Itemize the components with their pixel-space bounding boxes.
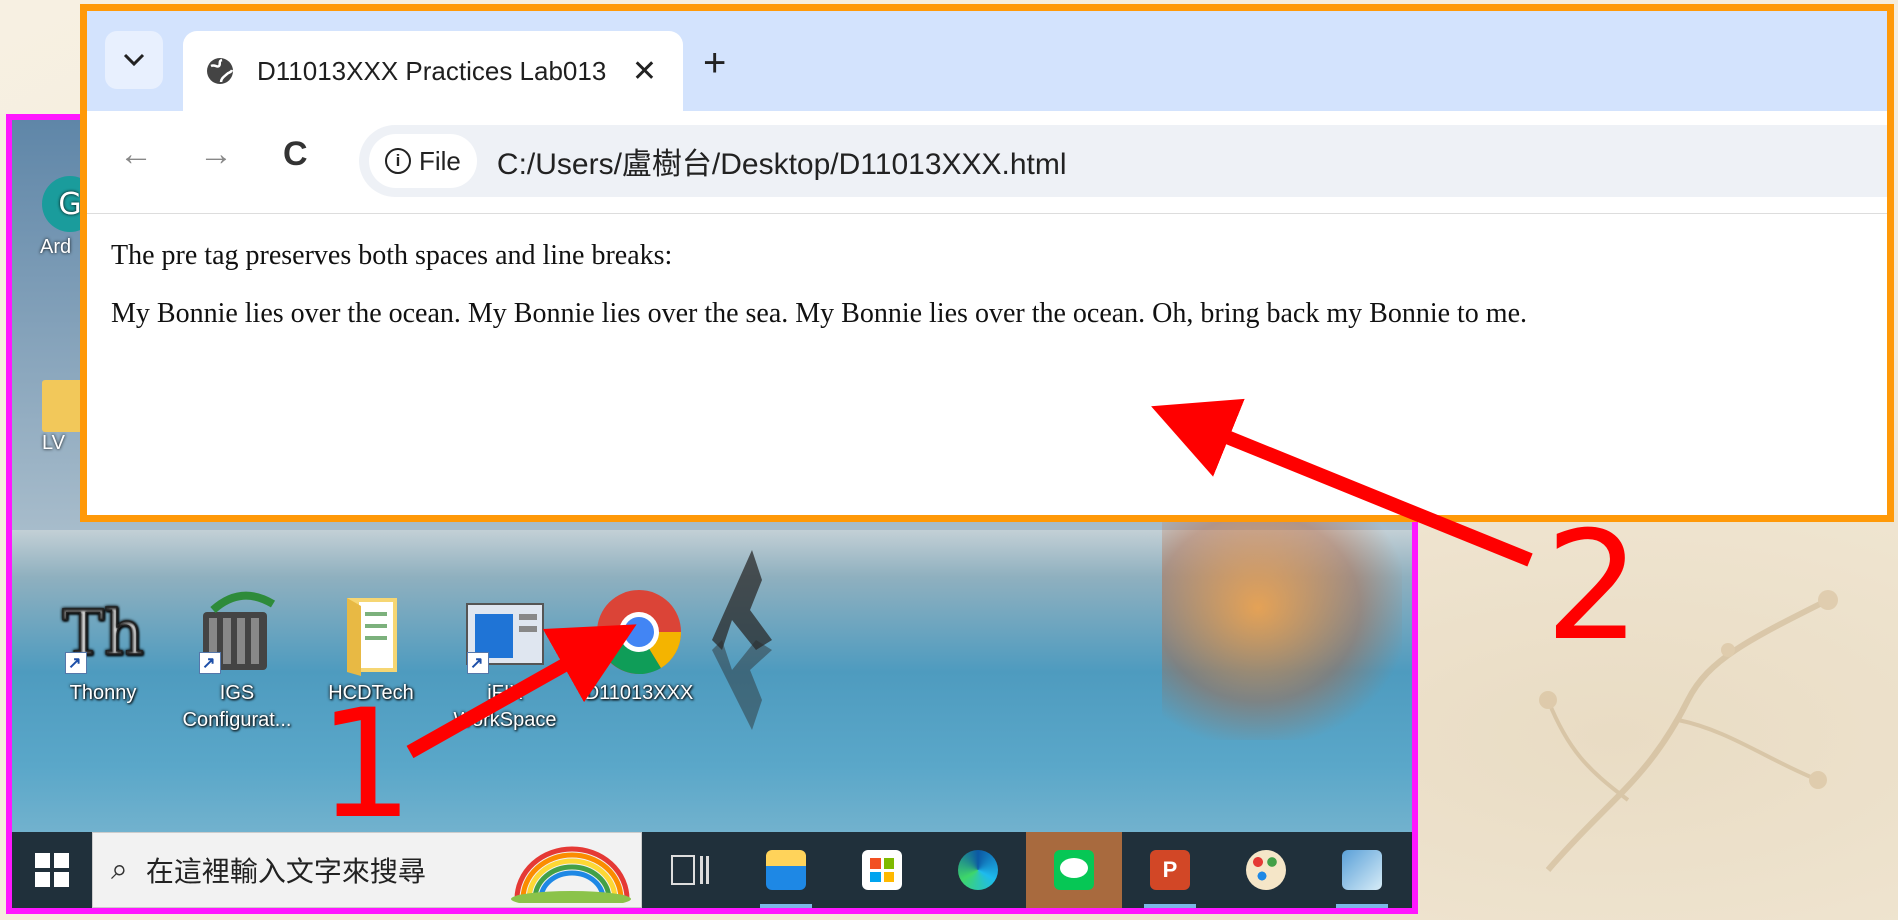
windows-logo-icon bbox=[35, 853, 69, 887]
edge-button[interactable] bbox=[930, 832, 1026, 908]
shortcut-arrow-icon bbox=[65, 650, 87, 677]
powerpoint-button[interactable]: P bbox=[1122, 832, 1218, 908]
shortcut-arrow-icon bbox=[467, 650, 489, 677]
notepad-icon bbox=[1342, 850, 1382, 890]
url-text: C:/Users/盧樹台/Desktop/D11013XXX.html bbox=[496, 148, 1067, 181]
tab-active[interactable]: D11013XXX Practices Lab013 ✕ bbox=[183, 31, 683, 111]
desktop-icon-label: IGS Configurat... bbox=[182, 682, 292, 731]
back-button[interactable]: ← bbox=[119, 135, 153, 174]
svg-text:G: G bbox=[58, 187, 81, 222]
microsoft-store-button[interactable] bbox=[834, 832, 930, 908]
wallpaper-sunset-glow bbox=[1162, 520, 1402, 740]
task-view-icon bbox=[671, 855, 709, 885]
annotation-number-1: 1 bbox=[318, 678, 414, 852]
tab-search-button[interactable] bbox=[105, 31, 163, 89]
browser-toolbar: ← → C i File C:/Users/盧樹台/Desktop/D11013… bbox=[87, 111, 1887, 214]
task-view-button[interactable] bbox=[642, 832, 738, 908]
site-info-label: File bbox=[419, 145, 461, 176]
tab-strip: D11013XXX Practices Lab013 ✕ + bbox=[87, 11, 1887, 111]
page-content: The pre tag preserves both spaces and li… bbox=[87, 214, 1887, 330]
reload-button[interactable]: C bbox=[283, 135, 308, 174]
powerpoint-icon: P bbox=[1150, 850, 1190, 890]
tab-close-button[interactable]: ✕ bbox=[632, 54, 657, 89]
igs-configurator-icon bbox=[193, 588, 281, 677]
store-icon bbox=[862, 850, 902, 890]
folder-icon bbox=[327, 588, 415, 676]
notepad-button[interactable] bbox=[1314, 832, 1410, 908]
desktop-icon-label: Thonny bbox=[69, 682, 137, 704]
desktop-icon-thonny[interactable]: Th Thonny bbox=[38, 588, 168, 707]
annotation-number-2: 2 bbox=[1545, 500, 1641, 674]
file-explorer-icon bbox=[766, 850, 806, 890]
running-indicator bbox=[1144, 904, 1196, 908]
info-icon: i bbox=[385, 148, 411, 174]
wallpaper-runner-silhouette bbox=[712, 550, 772, 730]
chrome-icon bbox=[595, 588, 683, 676]
taskbar: ⌕ 在這裡輸入文字來搜尋 P bbox=[12, 832, 1412, 908]
globe-icon bbox=[207, 58, 234, 84]
desktop-icon-label: D11013XXX bbox=[584, 682, 694, 704]
running-indicator bbox=[1336, 904, 1388, 908]
line-button[interactable] bbox=[1026, 832, 1122, 908]
new-tab-button[interactable]: + bbox=[703, 41, 726, 86]
paint-palette-icon bbox=[1246, 850, 1286, 890]
page-text-line2: My Bonnie lies over the ocean. My Bonnie… bbox=[111, 298, 1528, 329]
thonny-icon: Th bbox=[59, 588, 147, 677]
chevron-down-icon bbox=[123, 53, 145, 67]
desktop-icon-d11013xxx[interactable]: D11013XXX bbox=[574, 588, 704, 707]
desktop-icon-ifix[interactable]: iFIX WorkSpace bbox=[440, 588, 570, 734]
line-app-icon bbox=[1054, 850, 1094, 890]
start-button[interactable] bbox=[12, 832, 92, 908]
edge-icon bbox=[958, 850, 998, 890]
ifix-workspace-icon bbox=[461, 588, 549, 677]
paint-button[interactable] bbox=[1218, 832, 1314, 908]
forward-button[interactable]: → bbox=[199, 135, 233, 174]
rainbow-icon bbox=[511, 846, 631, 903]
search-icon: ⌕ bbox=[111, 853, 128, 886]
desktop-icon-label: iFIX WorkSpace bbox=[453, 682, 557, 731]
search-placeholder: 在這裡輸入文字來搜尋 bbox=[145, 856, 426, 887]
shortcut-arrow-icon bbox=[199, 650, 221, 677]
address-bar[interactable]: i File C:/Users/盧樹台/Desktop/D11013XXX.ht… bbox=[359, 125, 1887, 197]
site-info-chip[interactable]: i File bbox=[369, 134, 477, 188]
tab-title: D11013XXX Practices Lab013 bbox=[257, 55, 607, 86]
running-indicator bbox=[760, 904, 812, 908]
file-explorer-button[interactable] bbox=[738, 832, 834, 908]
page-text-line1: The pre tag preserves both spaces and li… bbox=[111, 240, 673, 271]
desktop-icon-igs[interactable]: IGS Configurat... bbox=[172, 588, 302, 734]
chrome-browser-window: D11013XXX Practices Lab013 ✕ + ← → C i F… bbox=[80, 4, 1894, 522]
